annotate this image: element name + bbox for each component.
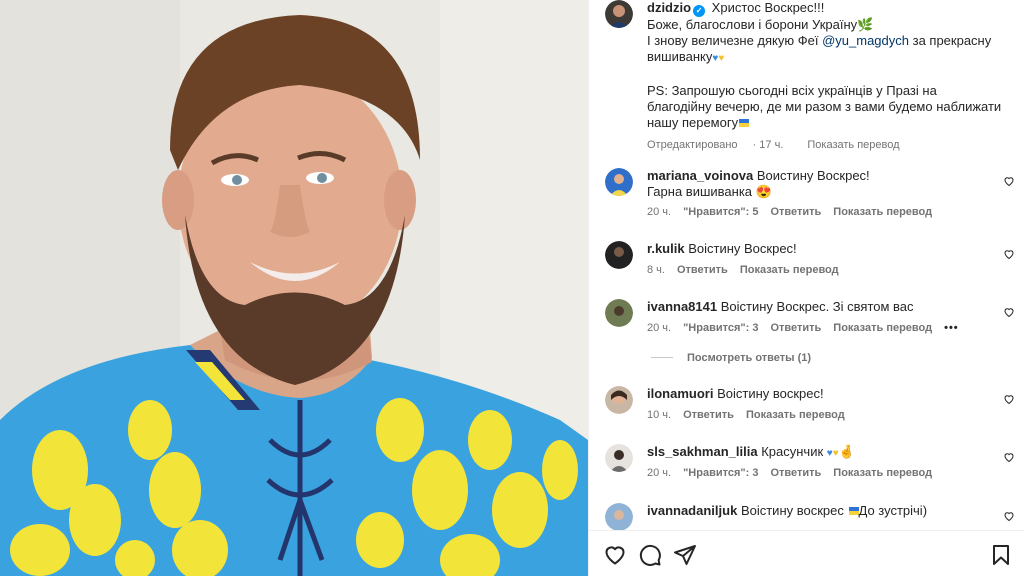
comment-text: Красунчик <box>761 444 824 459</box>
comment-time[interactable]: 20 ч. <box>647 206 671 218</box>
comment-username[interactable]: ilonamuori <box>647 386 713 401</box>
yellow-heart-icon: ♥ <box>718 53 725 64</box>
comment-username[interactable]: ivanna8141 <box>647 299 717 314</box>
hand-emoji-icon: 🤞 <box>838 444 855 459</box>
comment-username[interactable]: ivannadaniljuk <box>647 503 737 518</box>
comment-body: ivanna8141 Воістину Воскрес. Зі святом в… <box>647 299 914 315</box>
comment-body: sls_sakhman_lilia Красунчик ♥♥🤞 <box>647 444 855 462</box>
caption-line-4: вишиванку <box>647 49 713 64</box>
comment-likes[interactable]: "Нравится": 3 <box>683 322 758 334</box>
comment-username[interactable]: mariana_voinova <box>647 168 753 183</box>
comment-text: Воістину воскрес! <box>717 386 824 401</box>
commenter-avatar[interactable] <box>605 168 633 196</box>
comment-meta: 20 ч. "Нравится": 5 Ответить Показать перев… <box>647 206 944 218</box>
comment-time[interactable]: 20 ч. <box>647 467 671 479</box>
ukraine-flag-icon <box>848 507 859 515</box>
small-heart-icon[interactable] <box>1003 510 1015 522</box>
ukraine-flag-icon <box>739 119 750 127</box>
heart-eyes-emoji-icon: 😍 <box>755 184 772 199</box>
comment-time[interactable]: 20 ч. <box>647 322 671 334</box>
small-heart-icon[interactable] <box>1003 451 1015 463</box>
caption-line-5: PS: Запрошую сьогодні всіх українців у П… <box>647 83 937 98</box>
reply-button[interactable]: Ответить <box>683 409 734 421</box>
comment-text-after: До зустрічі) <box>858 503 928 518</box>
leaf-emoji-icon: 🌿 <box>857 17 874 32</box>
caption-line-7: нашу перемогу <box>647 115 739 130</box>
translate-button[interactable]: Показать перевод <box>833 322 932 334</box>
comments-panel: dzidzio ✓ Христос Воскрес!!! Боже, благос… <box>588 0 1024 576</box>
commenter-avatar[interactable] <box>605 299 633 327</box>
translate-button[interactable]: Показать перевод <box>740 264 839 276</box>
comment-likes[interactable]: "Нравится": 3 <box>683 467 758 479</box>
small-heart-icon[interactable] <box>1003 175 1015 187</box>
caption-line-1: Христос Воскрес!!! <box>711 0 825 15</box>
post-caption: dzidzio ✓ Христос Воскрес!!! Боже, благос… <box>647 0 1007 153</box>
edited-label: Отредактировано · 17 ч. <box>647 139 784 151</box>
author-avatar[interactable] <box>605 0 633 28</box>
comment-username[interactable]: sls_sakhman_lilia <box>647 444 758 459</box>
comment-text: Воистину Воскрес! <box>756 168 870 183</box>
post-action-bar <box>589 530 1024 576</box>
comment-meta: 8 ч. Ответить Показать перевод <box>647 264 851 276</box>
mention-link[interactable]: @yu_magdych <box>822 33 909 48</box>
comment-body: ilonamuori Воістину воскрес! <box>647 386 824 402</box>
comment-text: Воістину Воскрес! <box>688 241 797 256</box>
caption-line-3-pre: І знову величезне дякую Феї <box>647 33 823 48</box>
comment-text: Воістину воскрес <box>740 503 844 518</box>
comment-icon[interactable] <box>638 543 662 567</box>
commenter-avatar[interactable] <box>605 386 633 414</box>
comment-username[interactable]: r.kulik <box>647 241 685 256</box>
more-options-icon[interactable]: ••• <box>944 322 959 334</box>
translate-button[interactable]: Показать перевод <box>833 467 932 479</box>
translate-button[interactable]: Показать перевод <box>746 409 845 421</box>
small-heart-icon[interactable] <box>1003 248 1015 260</box>
comment-meta: 10 ч. Ответить Показать перевод <box>647 409 857 421</box>
caption-line-2: Боже, благослови і борони Україну <box>647 17 858 32</box>
comment-meta: 20 ч. "Нравится": 3 Ответить Показать перев… <box>647 322 971 334</box>
reply-button[interactable]: Ответить <box>770 467 821 479</box>
small-heart-icon[interactable] <box>1003 393 1015 405</box>
commenter-avatar[interactable] <box>605 241 633 269</box>
author-username[interactable]: dzidzio <box>647 0 691 15</box>
share-icon[interactable] <box>673 543 697 567</box>
post-photo[interactable] <box>0 0 588 576</box>
comment-time[interactable]: 8 ч. <box>647 264 665 276</box>
small-heart-icon[interactable] <box>1003 306 1015 318</box>
comment-body: r.kulik Воістину Воскрес! <box>647 241 797 257</box>
selfie-image <box>0 0 588 576</box>
comments-scroll-area[interactable]: dzidzio ✓ Христос Воскрес!!! Боже, благос… <box>589 0 1024 530</box>
comment-text-2: Гарна вишиванка <box>647 184 753 199</box>
caption-meta: Отредактировано · 17 ч. Показать перевод <box>647 137 1007 153</box>
heart-icon[interactable] <box>603 543 627 567</box>
comment-body: mariana_voinova Воистину Воскрес! Гарна … <box>647 168 870 200</box>
replies-divider <box>651 357 673 358</box>
caption-line-6: благодійну вечерю, де ми разом з вами бу… <box>647 99 1002 114</box>
commenter-avatar[interactable] <box>605 444 633 472</box>
comment-body: ivannadaniljuk Воістину воскрес До зустр… <box>647 503 927 519</box>
reply-button[interactable]: Ответить <box>770 206 821 218</box>
verified-badge-icon: ✓ <box>693 5 706 17</box>
commenter-avatar[interactable] <box>605 503 633 530</box>
comment-time[interactable]: 10 ч. <box>647 409 671 421</box>
caption-translate-link[interactable]: Показать перевод <box>807 139 899 151</box>
bookmark-icon[interactable] <box>989 543 1013 567</box>
reply-button[interactable]: Ответить <box>770 322 821 334</box>
caption-line-3-post: за прекрасну <box>909 33 992 48</box>
comment-likes[interactable]: "Нравится": 5 <box>683 206 758 218</box>
translate-button[interactable]: Показать перевод <box>833 206 932 218</box>
reply-button[interactable]: Ответить <box>677 264 728 276</box>
view-replies-button[interactable]: Посмотреть ответы (1) <box>651 352 811 364</box>
comment-text: Воістину Воскрес. Зі святом вас <box>720 299 914 314</box>
comment-meta: 20 ч. "Нравится": 3 Ответить Показать перев… <box>647 467 944 479</box>
